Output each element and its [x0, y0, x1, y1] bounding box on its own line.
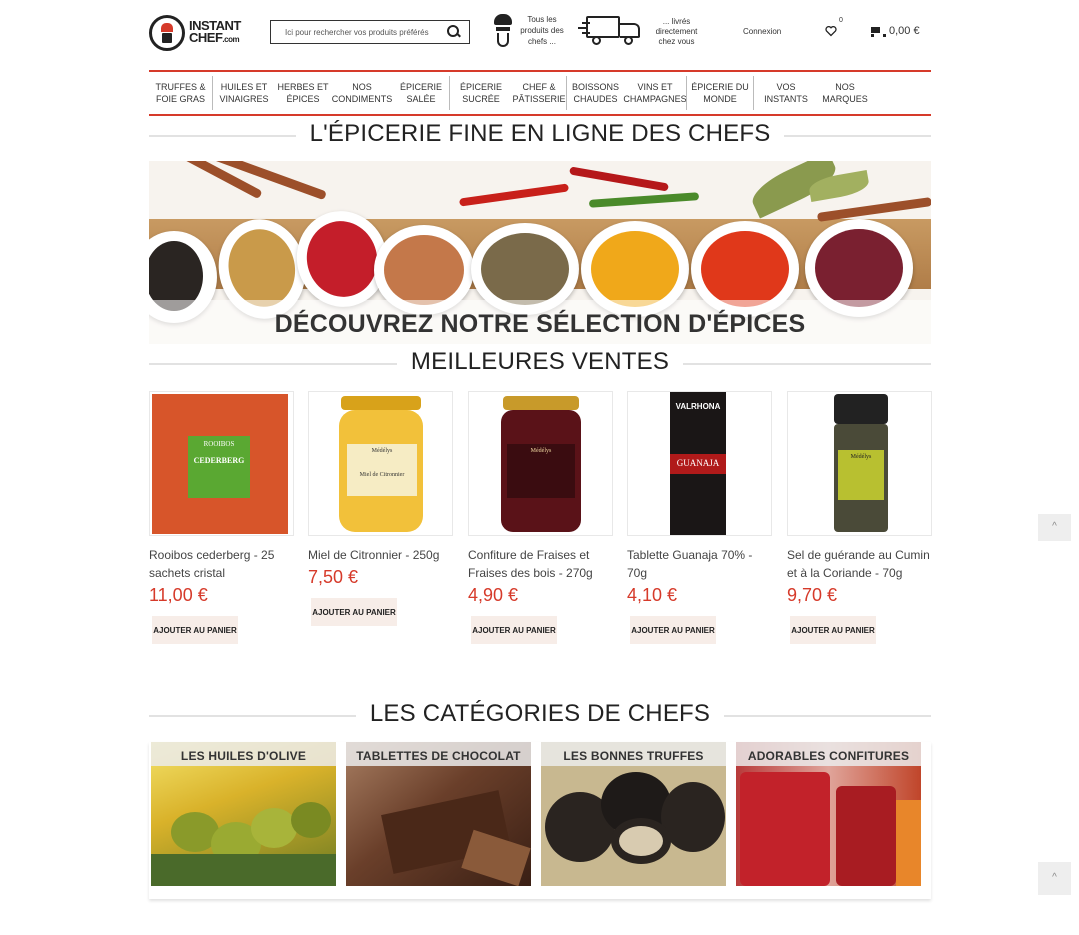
cart-icon — [869, 26, 886, 37]
nav-item-herbes[interactable]: Herbes et épices — [275, 72, 331, 114]
heart-icon[interactable] — [825, 25, 837, 37]
product-card: VALRHONA GUANAJA Tablette Guanaja 70% - … — [627, 391, 772, 644]
category-label: LES BONNES TRUFFES — [541, 742, 726, 766]
nav-item-chef-patisserie[interactable]: Chef & Pâtisserie — [512, 72, 566, 114]
banner-caption: DÉCOUVREZ NOTRE SÉLECTION D'ÉPICES — [149, 300, 931, 344]
product-label-top: VALRHONA — [675, 402, 721, 411]
add-to-cart-button[interactable]: AJOUTER AU PANIER — [471, 616, 557, 644]
add-to-cart-button[interactable]: AJOUTER AU PANIER — [630, 616, 716, 644]
login-link[interactable]: Connexion — [743, 27, 781, 36]
product-image[interactable]: VALRHONA GUANAJA — [627, 391, 772, 536]
product-name[interactable]: Rooibos cederberg - 25 sachets cristal — [149, 546, 294, 582]
product-label-top: Médélys — [530, 448, 552, 454]
product-label-main: GUANAJA — [676, 458, 720, 468]
product-list: ROOIBOS CEDERBERG Rooibos cederberg - 25… — [149, 391, 932, 661]
nav-item-epicerie-monde[interactable]: Épicerie du monde — [687, 72, 753, 114]
nav-item-huiles[interactable]: Huiles et vinaigres — [213, 72, 275, 114]
product-name[interactable]: Tablette Guanaja 70% - 70g — [627, 546, 772, 582]
cart-total: 0,00 € — [889, 25, 920, 37]
category-label: ADORABLES CONFITURES — [736, 742, 921, 766]
best-sellers-section: MEILLEURES VENTES — [149, 348, 931, 378]
add-to-cart-button[interactable]: AJOUTER AU PANIER — [311, 598, 397, 626]
product-card: Médélys Sel de guérande au Cumin et à la… — [787, 391, 932, 644]
category-grid: LES HUILES D'OLIVE TABLETTES DE CHOCOLAT… — [149, 742, 931, 899]
site-header: INSTANT CHEF.com Tous les produits des c… — [149, 0, 931, 68]
nav-item-truffes[interactable]: Truffes & Foie gras — [149, 72, 212, 114]
best-sellers-title: MEILLEURES VENTES — [396, 348, 684, 376]
product-image[interactable]: Médélys Miel de Citronnier — [308, 391, 453, 536]
site-logo[interactable]: INSTANT CHEF.com — [149, 14, 247, 52]
promo-delivery-text: ... livrés directement chez vous — [655, 17, 698, 46]
add-to-cart-button[interactable]: AJOUTER AU PANIER — [790, 616, 876, 644]
logo-suffix: .com — [222, 35, 240, 44]
product-image[interactable]: ROOIBOS CEDERBERG — [149, 391, 294, 536]
category-olive-oils[interactable]: LES HUILES D'OLIVE — [151, 742, 336, 886]
product-price: 4,10 € — [627, 585, 678, 605]
category-chocolate[interactable]: TABLETTES DE CHOCOLAT — [346, 742, 531, 886]
nav-item-condiments[interactable]: Nos condiments — [331, 72, 393, 114]
wishlist-count: 0 — [839, 17, 843, 24]
main-nav: Truffes & Foie gras Huiles et vinaigres … — [149, 70, 931, 116]
product-label-top: Médélys — [371, 448, 393, 454]
category-jams[interactable]: ADORABLES CONFITURES — [736, 742, 921, 886]
cart-button[interactable]: 0,00 € — [869, 25, 920, 37]
spices-banner[interactable]: DÉCOUVREZ NOTRE SÉLECTION D'ÉPICES — [149, 161, 931, 344]
chevron-up-icon: ^ — [1052, 872, 1057, 883]
nav-item-epicerie-salee[interactable]: Épicerie salée — [393, 72, 449, 114]
search-box — [270, 20, 470, 44]
category-truffles[interactable]: LES BONNES TRUFFES — [541, 742, 726, 886]
main-title-section: L'ÉPICERIE FINE EN LIGNE DES CHEFS — [149, 120, 931, 150]
nav-item-instants[interactable]: Vos instants — [754, 72, 818, 114]
nav-item-marques[interactable]: Nos marques — [818, 72, 872, 114]
nav-item-vins[interactable]: Vins et champagnes — [623, 72, 686, 114]
add-to-cart-button[interactable]: AJOUTER AU PANIER — [152, 616, 238, 644]
delivery-truck-icon — [578, 14, 644, 48]
product-label-main: Miel de Citronnier — [359, 472, 405, 478]
product-image[interactable]: Médélys — [787, 391, 932, 536]
search-icon[interactable] — [447, 25, 461, 39]
product-price: 11,00 € — [149, 585, 208, 605]
category-label: LES HUILES D'OLIVE — [151, 742, 336, 766]
product-image[interactable]: Médélys — [468, 391, 613, 536]
category-label: TABLETTES DE CHOCOLAT — [346, 742, 531, 766]
product-card: Médélys Miel de Citronnier Miel de Citro… — [308, 391, 453, 626]
scroll-top-button[interactable]: ^ — [1038, 514, 1071, 541]
product-label-top: Médélys — [850, 454, 872, 460]
chef-logo-icon — [149, 15, 185, 51]
product-card: Médélys Confiture de Fraises et Fraises … — [468, 391, 613, 644]
chef-hat-icon — [492, 14, 514, 48]
product-label-main: CEDERBERG — [193, 456, 245, 465]
search-input[interactable] — [271, 27, 443, 37]
product-price: 4,90 € — [468, 585, 519, 605]
logo-line2: CHEF — [189, 30, 223, 45]
product-name[interactable]: Sel de guérande au Cumin et à la Coriand… — [787, 546, 932, 582]
product-name[interactable]: Miel de Citronnier - 250g — [308, 546, 453, 564]
product-name[interactable]: Confiture de Fraises et Fraises des bois… — [468, 546, 613, 582]
categories-title: LES CATÉGORIES DE CHEFS — [355, 700, 725, 728]
categories-section: LES CATÉGORIES DE CHEFS — [149, 700, 931, 730]
nav-item-boissons[interactable]: Boissons chaudes — [567, 72, 624, 114]
promo-chefs-text: Tous les produits des chefs ... — [520, 15, 564, 46]
back-to-top-button[interactable]: ^ — [1038, 862, 1071, 895]
page-title: L'ÉPICERIE FINE EN LIGNE DES CHEFS — [295, 120, 785, 148]
product-price: 7,50 € — [308, 567, 359, 587]
product-label-top: ROOIBOS — [203, 440, 235, 448]
product-card: ROOIBOS CEDERBERG Rooibos cederberg - 25… — [149, 391, 294, 644]
chevron-up-icon: ^ — [1052, 521, 1057, 532]
nav-item-epicerie-sucree[interactable]: Épicerie sucrée — [450, 72, 512, 114]
product-price: 9,70 € — [787, 585, 838, 605]
